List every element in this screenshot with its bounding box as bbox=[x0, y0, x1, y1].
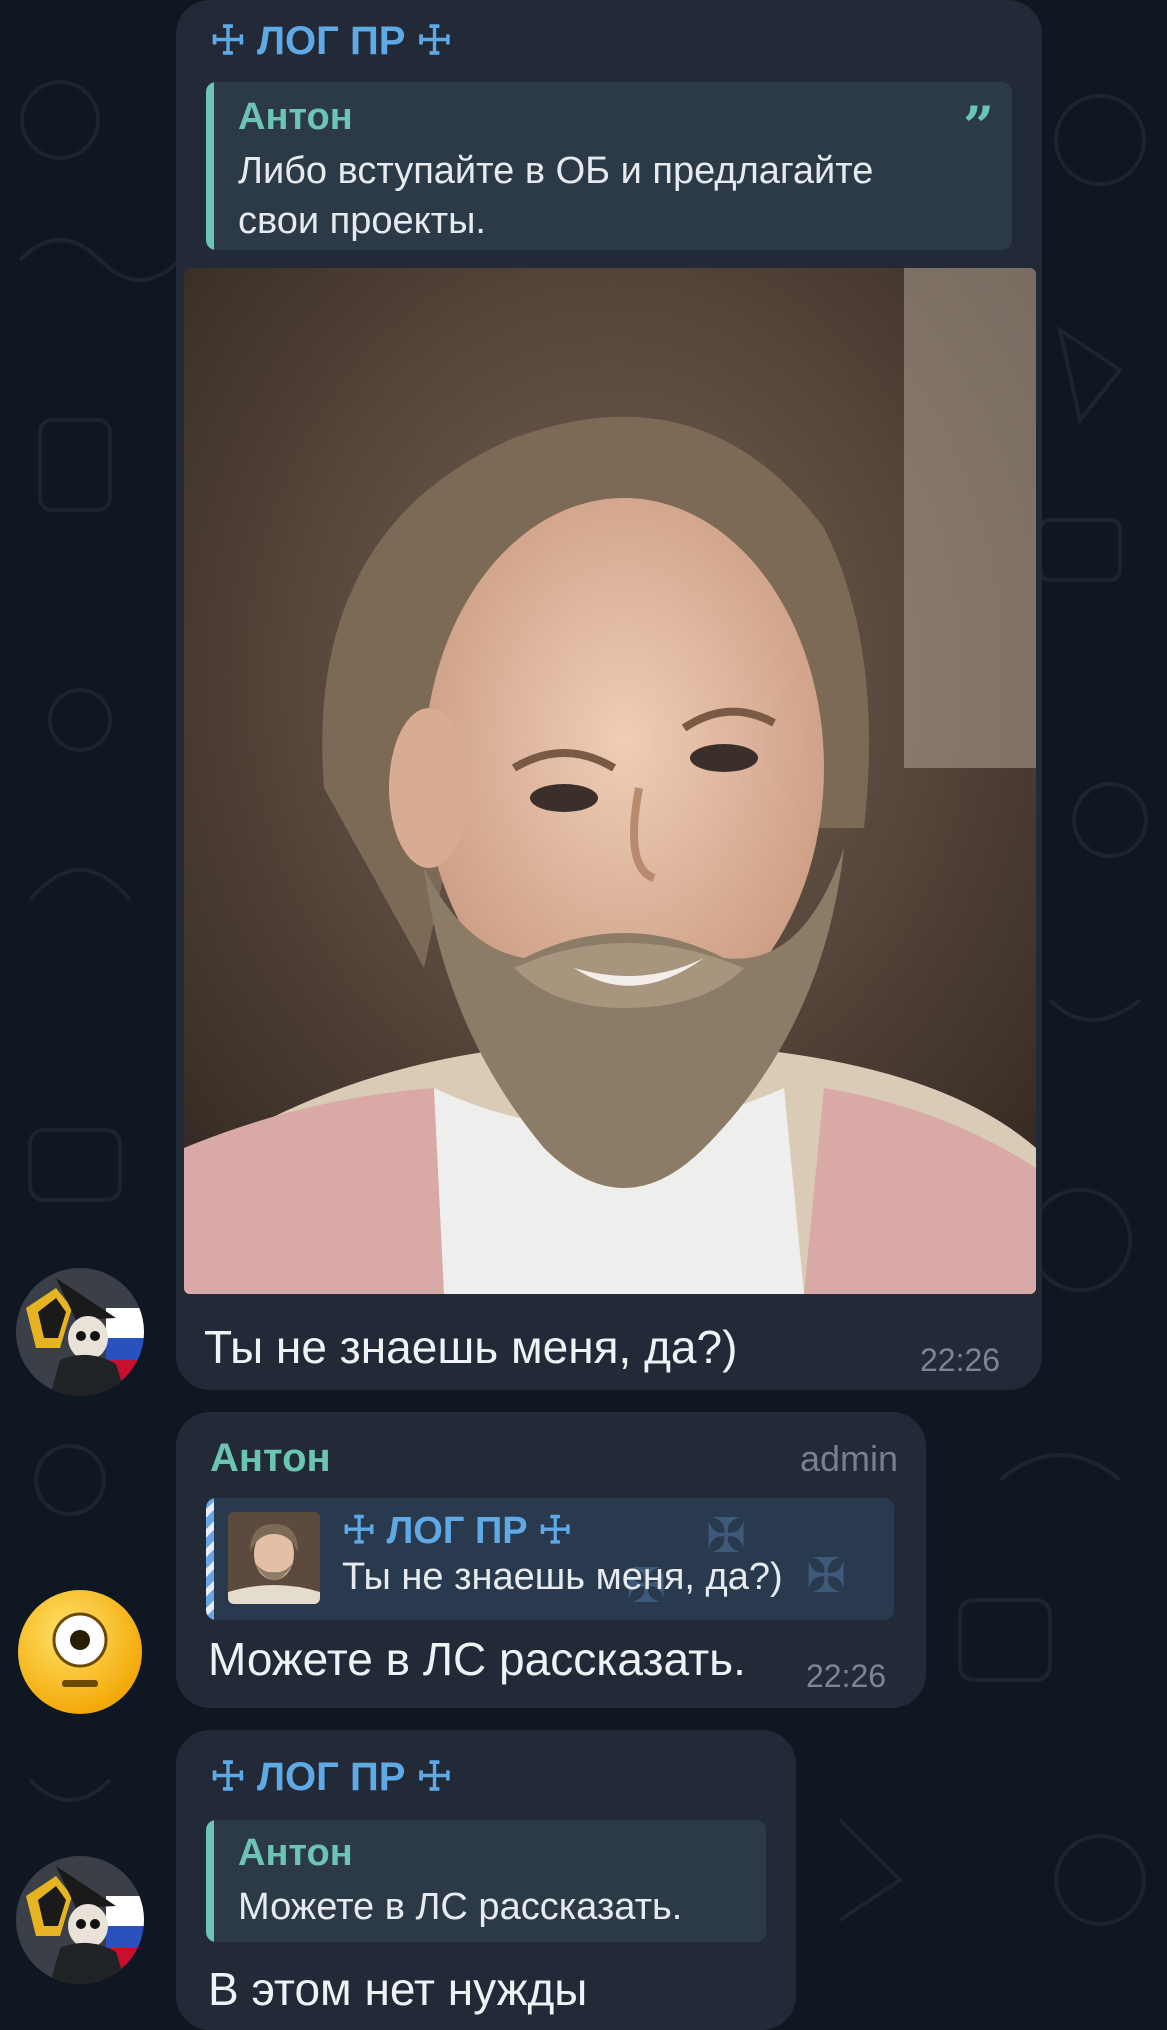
message-text: В этом нет нужды bbox=[208, 1963, 588, 2015]
message-time: 22:26 bbox=[806, 1658, 887, 1694]
sender-name[interactable]: ☩ ЛОГ ПР ☩ bbox=[210, 1754, 452, 1800]
quote-text-line-2: свои проекты. bbox=[238, 200, 486, 242]
message-bubble-2[interactable]: Антон admin ✠ ✠ ✠ ☩ ЛОГ ПР ☩ Ты не знаеш… bbox=[176, 1412, 926, 1708]
message-text: Ты не знаешь меня, да?) bbox=[204, 1321, 738, 1373]
pattern-icon: ✠ bbox=[806, 1550, 847, 1603]
reply-text: Ты не знаешь меня, да?) bbox=[342, 1556, 783, 1598]
message-bubble-1[interactable]: ☩ ЛОГ ПР ☩ Антон Либо вступайте в ОБ и п… bbox=[176, 0, 1042, 1390]
attached-photo[interactable] bbox=[184, 268, 1036, 1294]
quote-text-line-1: Либо вступайте в ОБ и предлагайте bbox=[238, 150, 874, 192]
message-text: Можете в ЛС рассказать. bbox=[208, 1633, 746, 1685]
quote-bar bbox=[206, 82, 214, 250]
message-bubble-3[interactable]: ☩ ЛОГ ПР ☩ Антон Можете в ЛС рассказать.… bbox=[176, 1730, 796, 2030]
user-avatar[interactable] bbox=[16, 1856, 144, 1984]
admin-badge: admin bbox=[799, 1438, 898, 1479]
quote-mark-icon: ” bbox=[962, 94, 994, 158]
reply-photo-thumbnail bbox=[228, 1512, 320, 1604]
quote-text-line-1: Можете в ЛС рассказать. bbox=[238, 1886, 683, 1928]
user-avatar[interactable] bbox=[16, 1268, 144, 1396]
quote-author: Антон bbox=[238, 1832, 353, 1874]
reply-author: ☩ ЛОГ ПР ☩ bbox=[342, 1510, 573, 1552]
quoted-message[interactable]: Антон Либо вступайте в ОБ и предлагайте … bbox=[206, 82, 1012, 250]
quote-bar bbox=[206, 1820, 214, 1942]
sender-name[interactable]: Антон bbox=[210, 1436, 331, 1481]
message-time: 22:26 bbox=[920, 1342, 1001, 1378]
reply-preview[interactable]: ✠ ✠ ✠ ☩ ЛОГ ПР ☩ Ты не знаешь меня, да?) bbox=[206, 1498, 894, 1620]
quoted-message[interactable]: Антон Можете в ЛС рассказать. bbox=[206, 1820, 766, 1942]
quote-author: Антон bbox=[238, 96, 353, 138]
user-avatar-emoji[interactable] bbox=[16, 1588, 144, 1716]
reply-bar bbox=[206, 1498, 214, 1620]
sender-name[interactable]: ☩ ЛОГ ПР ☩ bbox=[210, 18, 452, 64]
